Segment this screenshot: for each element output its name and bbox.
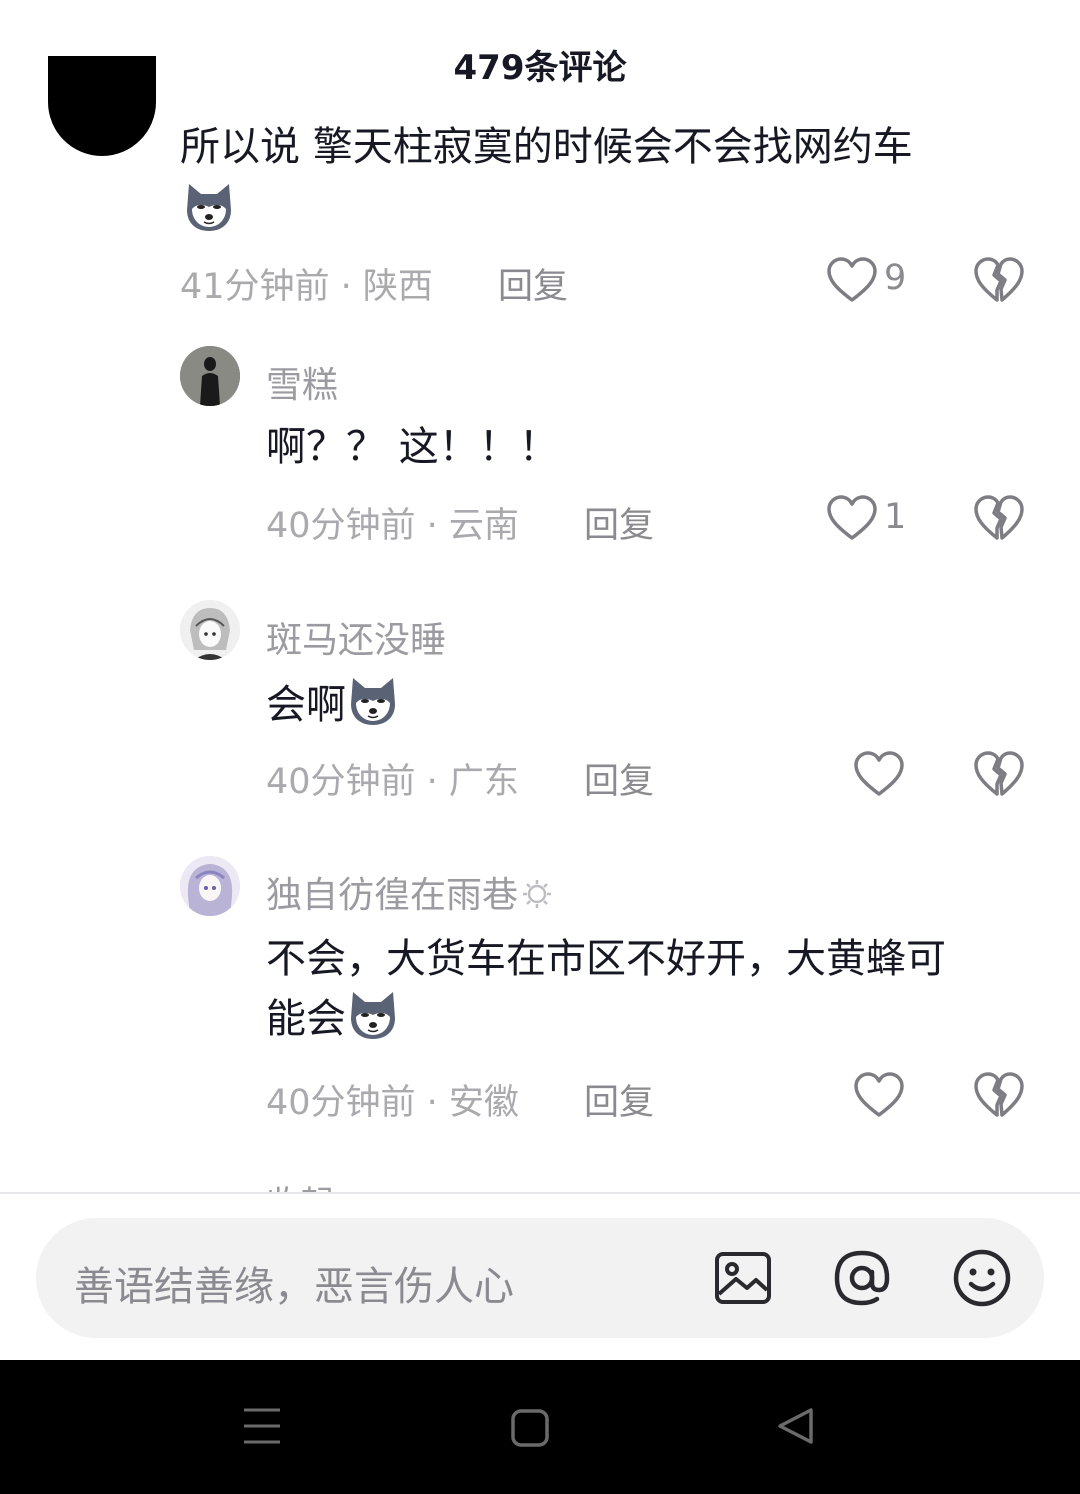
avatar[interactable]	[180, 600, 240, 660]
husky-dog-emoji	[346, 674, 400, 728]
heart-icon[interactable]	[853, 1071, 905, 1119]
divider	[0, 1192, 1080, 1194]
avatar[interactable]	[180, 346, 240, 406]
comment-time-location: 40分钟前 · 安徽	[266, 1083, 519, 1123]
broken-heart-icon[interactable]	[973, 494, 1025, 542]
comment-input-bar[interactable]: 善语结善缘，恶言伤人心	[36, 1218, 1044, 1338]
reply-button[interactable]: 回复	[498, 258, 568, 309]
heart-icon[interactable]	[853, 750, 905, 798]
like-count: 1	[884, 497, 907, 537]
comment-time-location: 41分钟前 · 陕西	[180, 267, 433, 307]
comment-time-location: 40分钟前 · 云南	[266, 506, 519, 546]
menu-icon[interactable]	[243, 1406, 281, 1446]
husky-dog-emoji	[346, 988, 400, 1042]
comment-time-location: 40分钟前 · 广东	[266, 762, 519, 802]
comment-text: 所以说 擎天柱寂寞的时候会不会找网约车	[180, 124, 913, 170]
avatar[interactable]	[48, 56, 156, 156]
husky-dog-emoji	[182, 180, 236, 234]
like-count: 9	[884, 258, 907, 298]
comment-text: 啊？？ 这！！！	[266, 424, 559, 470]
at-icon[interactable]	[831, 1247, 893, 1309]
badge-icon	[523, 880, 552, 908]
broken-heart-icon[interactable]	[973, 1071, 1025, 1119]
comment-text: 不会，大货车在市区不好开，大黄蜂可 能会	[266, 936, 946, 1042]
broken-heart-icon[interactable]	[973, 750, 1025, 798]
back-triangle-icon[interactable]	[776, 1406, 816, 1446]
username[interactable]: 雪糕	[266, 356, 338, 408]
reply-button[interactable]: 回复	[584, 497, 654, 548]
reply-button[interactable]: 回复	[584, 1074, 654, 1125]
heart-icon[interactable]	[826, 256, 878, 304]
reply-button[interactable]: 回复	[584, 753, 654, 804]
page-title: 479条评论	[453, 48, 627, 88]
smiley-icon[interactable]	[951, 1247, 1013, 1309]
username[interactable]: 斑马还没睡	[266, 611, 446, 663]
comment-input[interactable]: 善语结善缘，恶言伤人心	[74, 1254, 514, 1312]
broken-heart-icon[interactable]	[973, 256, 1025, 304]
image-icon[interactable]	[712, 1247, 774, 1309]
avatar[interactable]	[180, 856, 240, 916]
username[interactable]: 独自彷徨在雨巷	[266, 866, 554, 918]
heart-icon[interactable]	[826, 494, 878, 542]
system-nav-bar	[0, 1360, 1080, 1494]
comment-text: 会啊	[266, 674, 400, 734]
square-icon[interactable]	[510, 1408, 550, 1448]
